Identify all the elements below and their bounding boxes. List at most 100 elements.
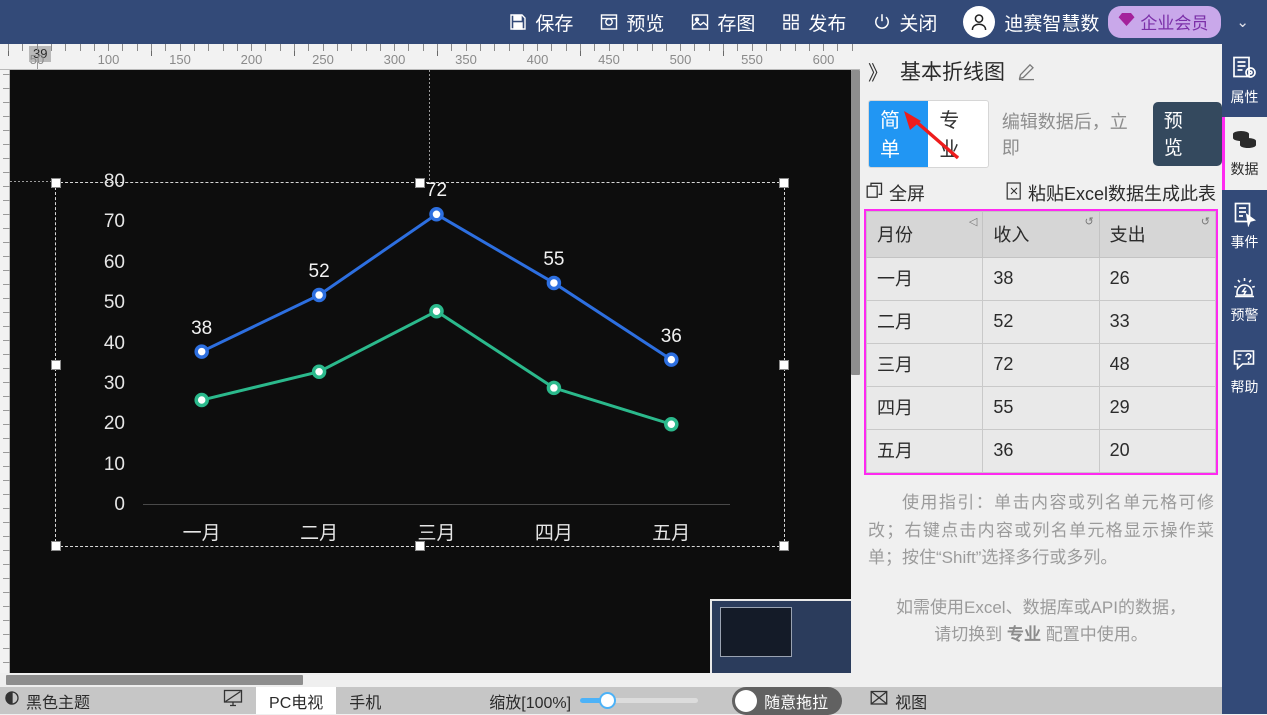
vertical-ruler[interactable]	[0, 70, 10, 673]
ruler-tick	[336, 44, 338, 51]
table-cell[interactable]: 48	[1098, 343, 1217, 387]
data-table[interactable]: 月份 ◁ 收入 ↺ 支出 ↺ 一月 38 26 二月 52 33 三月 72 48 四月 55 29 五月 36 20	[865, 211, 1217, 473]
table-cell[interactable]: 20	[1098, 429, 1217, 473]
free-drag-label: 随意拖拉	[764, 694, 829, 712]
table-cell[interactable]: 36	[982, 429, 1100, 473]
ruler-tick	[3, 144, 10, 145]
fullscreen-button[interactable]: 全屏	[866, 180, 925, 206]
table-cell[interactable]: 33	[1098, 300, 1217, 344]
resize-handle-bottom-right[interactable]	[779, 541, 789, 551]
resize-handle-top-left[interactable]	[51, 178, 61, 188]
paste-excel-button[interactable]: 粘贴Excel数据生成此表	[1006, 180, 1216, 206]
resize-handle-top-right[interactable]	[779, 178, 789, 188]
table-row[interactable]: 一月 38 26	[865, 257, 1217, 301]
view-button[interactable]: 视图	[870, 689, 927, 713]
design-canvas[interactable]: 80 70 60 50 40 30 20 10 0 38 52 72 55 36 一月 二月 三月 四月 五月	[10, 70, 851, 673]
ruler-tick	[3, 466, 10, 467]
table-header-cell[interactable]: 收入 ↺	[982, 211, 1100, 258]
table-cell[interactable]: 二月	[865, 300, 984, 344]
chevron-down-icon[interactable]: ⌄	[1236, 13, 1249, 31]
toolbar-export-image-button[interactable]: 存图	[690, 9, 755, 36]
tab-simple[interactable]: 简单	[869, 101, 929, 167]
table-cell[interactable]: 三月	[865, 343, 984, 387]
resize-handle-bottom-left[interactable]	[51, 541, 61, 551]
collapse-panel-icon[interactable]: 》	[868, 57, 888, 86]
table-header-cell[interactable]: 月份 ◁	[865, 211, 984, 258]
minimap-viewport[interactable]	[720, 607, 792, 657]
column-menu-icon[interactable]: ◁	[969, 215, 977, 228]
alarm-icon	[1231, 274, 1258, 303]
ruler-tick	[50, 44, 52, 51]
canvas-horizontal-scrollbar[interactable]	[0, 673, 860, 687]
zoom-slider-knob[interactable]	[599, 692, 617, 709]
rail-item-alarm[interactable]: 预警	[1222, 263, 1267, 336]
ruler-label: 400	[526, 52, 549, 67]
resize-handle-top-center[interactable]	[415, 178, 425, 188]
avatar	[963, 6, 996, 38]
table-body[interactable]: 一月 38 26 二月 52 33 三月 72 48 四月 55 29 五月 36 20	[865, 257, 1217, 473]
ruler-label: 100	[97, 52, 120, 67]
data-table-container[interactable]: 月份 ◁ 收入 ↺ 支出 ↺ 一月 38 26 二月 52 33 三月 72 48 四月 55 29 五月 36 20	[864, 209, 1218, 475]
horizontal-ruler[interactable]: 39 5010015020025030035040045050055060065…	[0, 44, 860, 70]
table-header-label: 收入	[993, 224, 1030, 245]
rail-item-properties[interactable]: 属性	[1222, 44, 1267, 117]
ruler-tick	[823, 44, 825, 51]
mode-segmented-control[interactable]: 简单 专业	[868, 100, 989, 168]
pencil-icon[interactable]	[1017, 62, 1036, 81]
table-cell[interactable]: 29	[1098, 386, 1217, 430]
zoom-slider[interactable]	[580, 692, 699, 709]
resize-handle-middle-left[interactable]	[51, 359, 61, 370]
resize-handle-middle-right[interactable]	[779, 359, 789, 370]
help-icon	[1231, 348, 1258, 375]
ruler-tick	[351, 44, 353, 51]
database-icon	[1231, 129, 1258, 157]
tab-pro[interactable]: 专业	[928, 101, 987, 167]
table-cell[interactable]: 五月	[865, 429, 984, 473]
table-cell[interactable]: 72	[982, 343, 1100, 387]
table-row[interactable]: 五月 36 20	[865, 429, 1217, 473]
toolbar-save-button[interactable]: 保存	[508, 9, 573, 36]
toolbar-publish-button[interactable]: 发布	[781, 9, 846, 36]
status-badge[interactable]: 企业会员	[1108, 6, 1222, 38]
rail-item-help[interactable]: 帮助	[1222, 336, 1267, 409]
paste-excel-label: 粘贴Excel数据生成此表	[1027, 184, 1216, 204]
device-tab-pc[interactable]: PC电视	[256, 687, 337, 714]
theme-selector[interactable]: 黑色主题	[4, 689, 90, 713]
table-cell[interactable]: 55	[982, 386, 1100, 430]
properties-icon	[1231, 55, 1258, 85]
user-account-menu[interactable]: 迪赛智慧数 企业会员 ⌄	[963, 6, 1259, 38]
rail-item-data[interactable]: 数据	[1222, 117, 1267, 190]
table-row[interactable]: 三月 72 48	[865, 343, 1217, 387]
ruler-tick	[3, 214, 10, 215]
artboard[interactable]: 80 70 60 50 40 30 20 10 0 38 52 72 55 36 一月 二月 三月 四月 五月	[10, 70, 851, 673]
table-cell[interactable]: 38	[982, 257, 1100, 301]
save-icon	[508, 12, 528, 32]
table-row[interactable]: 四月 55 29	[865, 386, 1217, 430]
ruler-tick	[3, 186, 10, 187]
table-cell[interactable]: 26	[1098, 257, 1217, 301]
column-menu-icon[interactable]: ↺	[1084, 215, 1093, 228]
column-menu-icon[interactable]: ↺	[1201, 215, 1210, 228]
ruler-tick	[3, 592, 10, 593]
scrollbar-thumb[interactable]	[6, 675, 303, 685]
canvas-minimap[interactable]	[710, 599, 851, 673]
rail-item-events[interactable]: 事件	[1222, 190, 1267, 263]
table-row[interactable]: 二月 52 33	[865, 300, 1217, 344]
toolbar-close-button[interactable]: 关闭	[872, 9, 937, 36]
ruler-tick	[3, 298, 10, 299]
panel-preview-button[interactable]: 预 览	[1152, 102, 1222, 166]
ruler-tick	[3, 648, 10, 649]
free-drag-toggle[interactable]: 随意拖拉	[732, 686, 843, 715]
table-cell[interactable]: 四月	[865, 386, 984, 430]
ruler-tick	[479, 44, 481, 51]
table-cell[interactable]: 一月	[865, 257, 984, 301]
scrollbar-thumb[interactable]	[851, 70, 860, 375]
device-tab-mobile[interactable]: 手机	[336, 687, 394, 714]
zoom-control: 缩放[100%]	[489, 689, 699, 713]
selection-frame[interactable]	[51, 178, 789, 551]
canvas-vertical-scrollbar[interactable]	[851, 70, 860, 673]
toolbar-preview-button[interactable]: 预览	[599, 9, 664, 36]
table-header-cell[interactable]: 支出 ↺	[1098, 211, 1217, 258]
table-cell[interactable]: 52	[982, 300, 1100, 344]
resize-handle-bottom-center[interactable]	[415, 541, 425, 551]
